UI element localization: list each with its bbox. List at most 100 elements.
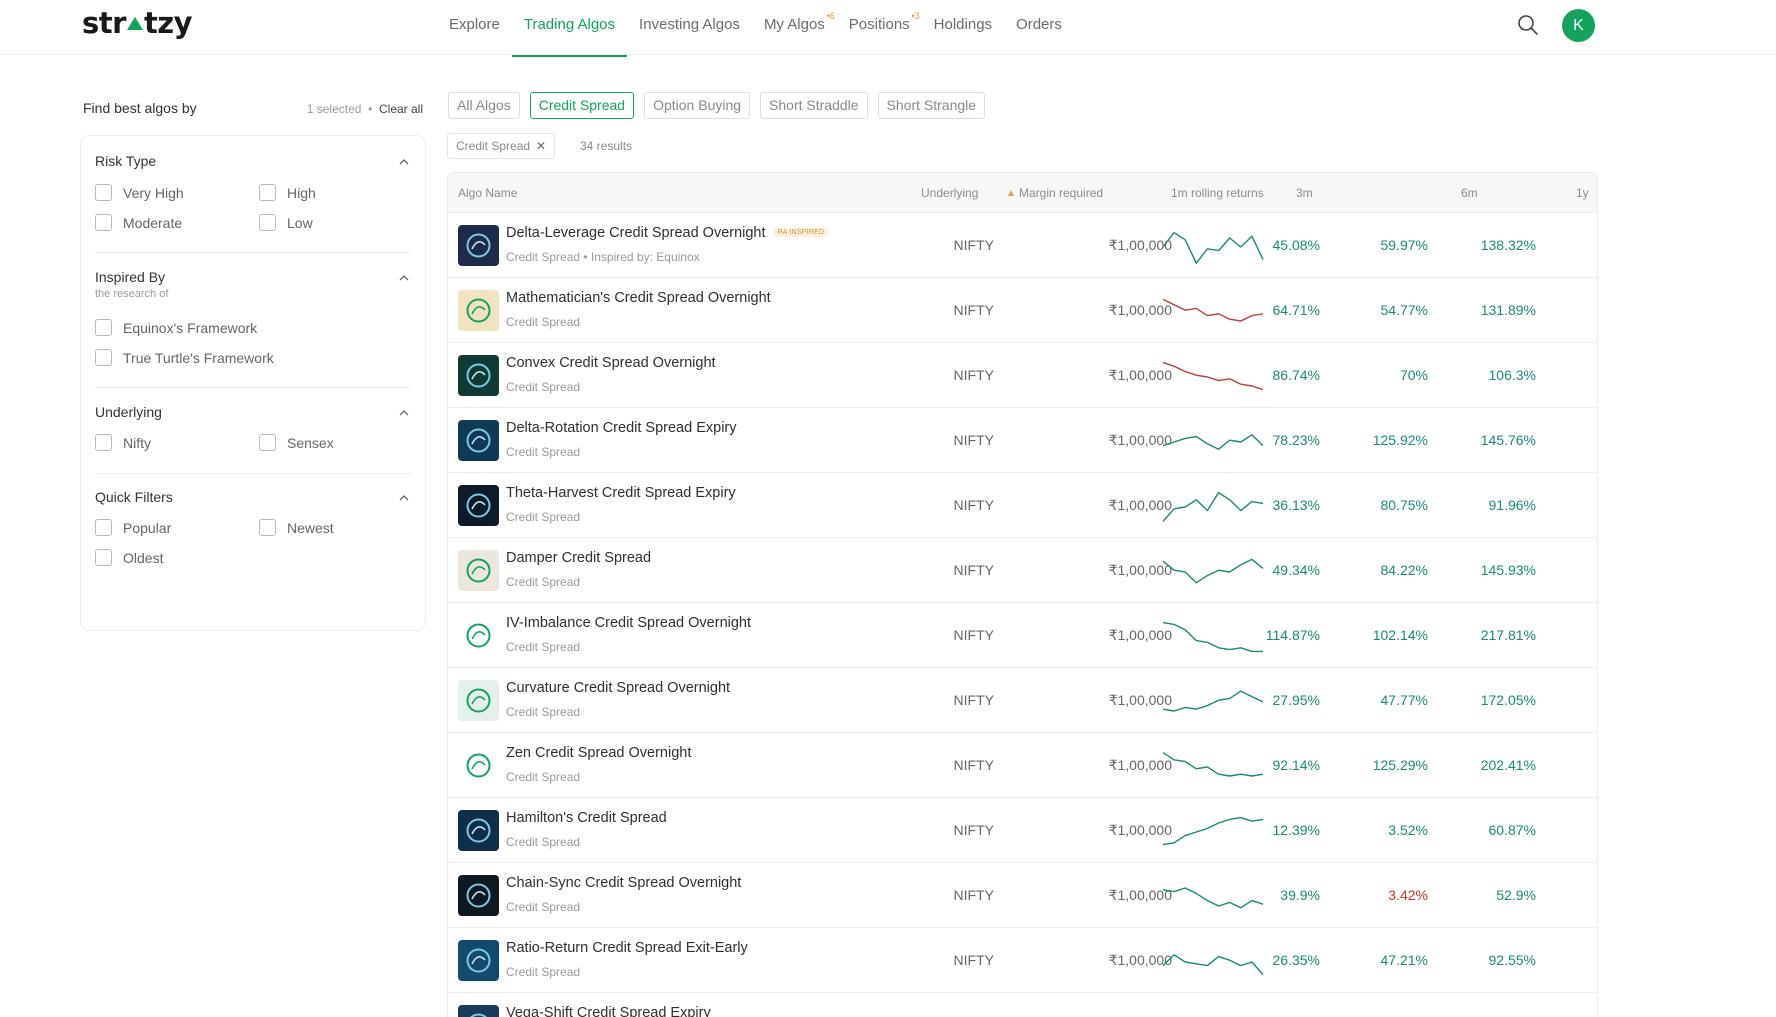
margin-value: ₹1,00,000	[1108, 367, 1172, 383]
table-row[interactable]: Delta-Leverage Credit Spread Overnight RA…	[448, 213, 1597, 278]
filter-group-quick[interactable]: Quick Filters	[95, 489, 411, 505]
algo-category: Credit Spread	[506, 445, 581, 459]
close-icon[interactable]: ✕	[536, 139, 546, 153]
underlying-value: NIFTY	[953, 887, 994, 903]
underlying-value: NIFTY	[953, 562, 994, 578]
header-algo-name[interactable]: Algo Name	[458, 186, 517, 200]
margin-value: ₹1,00,000	[1108, 627, 1172, 643]
table-row[interactable]: Hamilton's Credit Spread Credit Spread NIF…	[448, 798, 1597, 863]
checkbox-high[interactable]: High	[259, 184, 316, 201]
checkbox-low[interactable]: Low	[259, 214, 313, 231]
quick-filters-title: Quick Filters	[95, 489, 173, 505]
table-row[interactable]: Delta-Rotation Credit Spread Expiry Credi…	[448, 408, 1597, 473]
algo-logo	[458, 940, 499, 981]
return-3m: 92.14%	[1272, 757, 1320, 773]
search-icon[interactable]	[1517, 14, 1539, 36]
algo-name[interactable]: Mathematician's Credit Spread Overnight	[506, 290, 771, 306]
nav-orders[interactable]: Orders	[1016, 0, 1062, 55]
nav-investing-algos[interactable]: Investing Algos	[639, 0, 740, 55]
filter-heading-text: Find best algos by	[83, 100, 197, 116]
clear-all-button[interactable]: Clear all	[379, 102, 423, 116]
header-1y[interactable]: 1y	[1576, 186, 1589, 200]
return-1y: 202.41%	[1480, 757, 1536, 773]
algo-name[interactable]: Chain-Sync Credit Spread Overnight	[506, 875, 741, 891]
stratzy-logo[interactable]: str tzy	[82, 6, 193, 40]
algo-category: Credit Spread	[506, 640, 581, 654]
filter-group-underlying[interactable]: Underlying	[95, 404, 411, 420]
algo-name[interactable]: Convex Credit Spread Overnight	[506, 355, 716, 371]
chip-short-strangle[interactable]: Short Strangle	[877, 92, 986, 119]
margin-value: ₹1,00,000	[1108, 887, 1172, 903]
header-margin[interactable]: Margin required	[1008, 186, 1103, 200]
results-count: 34 results	[580, 139, 633, 153]
algo-logo	[458, 420, 499, 461]
algo-emblem-icon	[466, 883, 491, 908]
risk-type-title: Risk Type	[95, 153, 157, 169]
checkbox-equinox-framework[interactable]: Equinox's Framework	[95, 319, 257, 336]
nav-my-algos[interactable]: My Algos •6	[764, 0, 835, 55]
return-1y: 92.55%	[1488, 952, 1536, 968]
chevron-up-icon[interactable]	[399, 408, 409, 418]
chip-all-algos[interactable]: All Algos	[448, 92, 520, 119]
chevron-up-icon[interactable]	[399, 157, 409, 167]
algo-name[interactable]: Delta-Rotation Credit Spread Expiry	[506, 420, 737, 436]
user-avatar[interactable]: K	[1562, 9, 1595, 42]
table-row[interactable]: Chain-Sync Credit Spread Overnight Credit…	[448, 863, 1597, 928]
return-3m: 64.71%	[1272, 302, 1320, 318]
algo-emblem-icon	[466, 493, 491, 518]
header-3m[interactable]: 3m	[1296, 186, 1313, 200]
algo-name[interactable]: Vega-Shift Credit Spread Expiry	[506, 1005, 711, 1017]
table-row[interactable]: Mathematician's Credit Spread Overnight C…	[448, 278, 1597, 343]
table-row[interactable]: Convex Credit Spread Overnight Credit Spr…	[448, 343, 1597, 408]
table-row[interactable]: Damper Credit Spread Credit Spread NIFTY ₹1…	[448, 538, 1597, 603]
filter-group-risk[interactable]: Risk Type	[95, 153, 411, 169]
chevron-up-icon[interactable]	[399, 273, 409, 283]
underlying-value: NIFTY	[953, 432, 994, 448]
chevron-up-icon[interactable]	[399, 493, 409, 503]
algo-category: Credit Spread	[506, 510, 581, 524]
checkbox-sensex[interactable]: Sensex	[259, 434, 334, 451]
algo-name[interactable]: Delta-Leverage Credit Spread Overnight RA…	[506, 225, 829, 241]
checkbox-popular[interactable]: Popular	[95, 519, 171, 536]
header-6m[interactable]: 6m	[1461, 186, 1478, 200]
table-row[interactable]: Zen Credit Spread Overnight Credit Spread…	[448, 733, 1597, 798]
filter-group-inspired[interactable]: Inspired By the research of	[95, 269, 411, 300]
checkbox-newest[interactable]: Newest	[259, 519, 334, 536]
checkbox-oldest[interactable]: Oldest	[95, 549, 163, 566]
header-underlying[interactable]: Underlying	[921, 186, 978, 200]
algo-name[interactable]: Curvature Credit Spread Overnight	[506, 680, 730, 696]
table-row[interactable]: Ratio-Return Credit Spread Exit-Early Cre…	[448, 928, 1597, 993]
algo-logo	[458, 745, 499, 786]
return-3m: 86.74%	[1272, 367, 1320, 383]
return-3m: 36.13%	[1272, 497, 1320, 513]
return-3m: 26.35%	[1272, 952, 1320, 968]
nav-holdings[interactable]: Holdings	[934, 0, 992, 55]
algo-name[interactable]: Damper Credit Spread	[506, 550, 651, 566]
algo-name[interactable]: Theta-Harvest Credit Spread Expiry	[506, 485, 736, 501]
algo-category: Credit Spread	[506, 965, 581, 979]
chip-short-straddle[interactable]: Short Straddle	[760, 92, 868, 119]
header-rolling-returns[interactable]: 1m rolling returns	[1171, 186, 1264, 200]
checkbox-very-high[interactable]: Very High	[95, 184, 184, 201]
return-1y: 106.3%	[1488, 367, 1536, 383]
nav-trading-algos[interactable]: Trading Algos	[511, 0, 628, 57]
chip-credit-spread[interactable]: Credit Spread	[529, 92, 635, 119]
table-row[interactable]: IV-Imbalance Credit Spread Overnight Cred…	[448, 603, 1597, 668]
table-row[interactable]: Vega-Shift Credit Spread ExpiryCredit Sp…	[448, 993, 1597, 1017]
algo-name[interactable]: Hamilton's Credit Spread	[506, 810, 667, 826]
checkbox-true-turtle-framework[interactable]: True Turtle's Framework	[95, 349, 274, 366]
return-1y: 52.9%	[1496, 887, 1536, 903]
table-row[interactable]: Curvature Credit Spread Overnight Credit …	[448, 668, 1597, 733]
nav-positions[interactable]: Positions •3	[849, 0, 920, 55]
algo-name[interactable]: Zen Credit Spread Overnight	[506, 745, 691, 761]
table-row[interactable]: Theta-Harvest Credit Spread Expiry Credit…	[448, 473, 1597, 538]
checkbox-moderate[interactable]: Moderate	[95, 214, 182, 231]
algo-name[interactable]: IV-Imbalance Credit Spread Overnight	[506, 615, 751, 631]
checkbox-nifty[interactable]: Nifty	[95, 434, 151, 451]
nav-explore[interactable]: Explore	[449, 0, 500, 55]
applied-filter-tag: Credit Spread ✕	[447, 133, 556, 159]
filter-heading: Find best algos by 1 selected • Clear al…	[83, 100, 423, 116]
algo-name[interactable]: Ratio-Return Credit Spread Exit-Early	[506, 940, 748, 956]
chip-option-buying[interactable]: Option Buying	[644, 92, 751, 119]
algo-logo	[458, 680, 499, 721]
